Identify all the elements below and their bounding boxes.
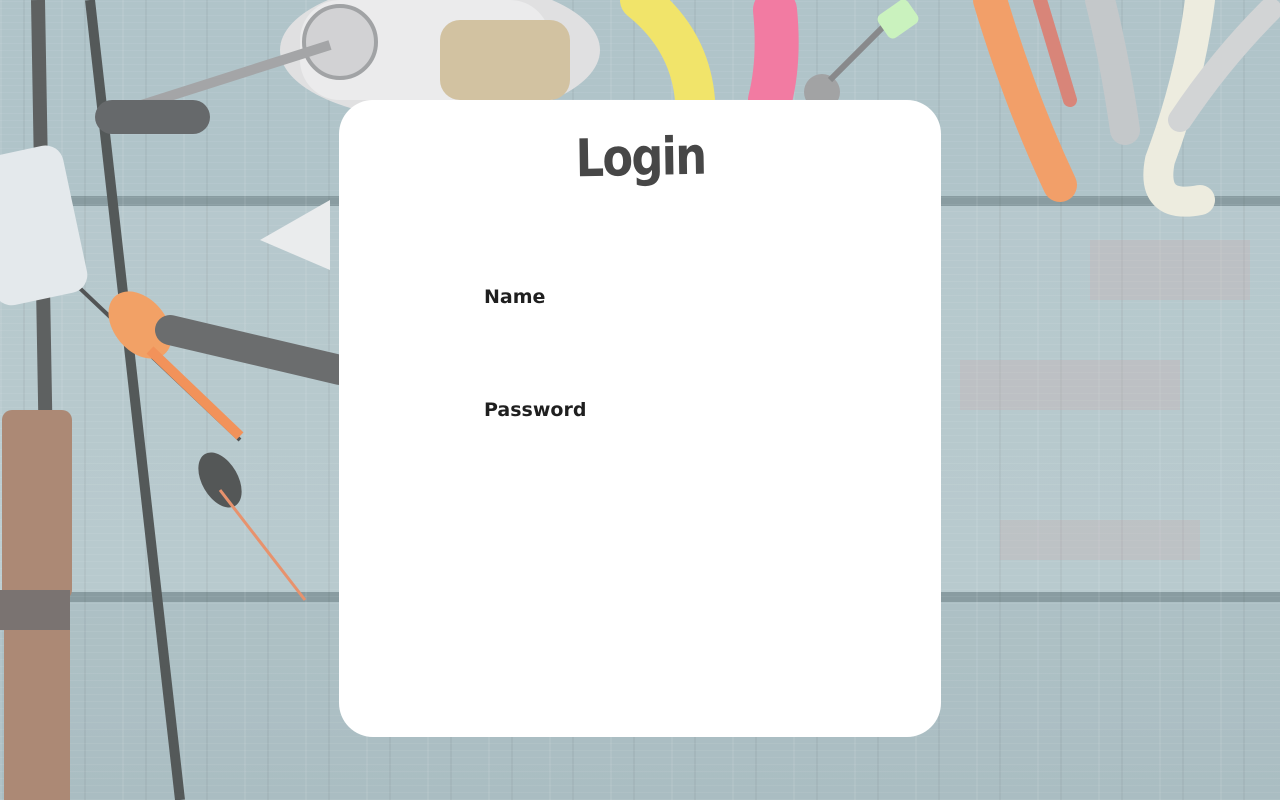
login-title: Login bbox=[574, 126, 706, 190]
login-title-container: Login bbox=[560, 126, 720, 208]
name-field[interactable] bbox=[484, 318, 796, 348]
password-label: Password bbox=[484, 399, 587, 421]
password-field[interactable] bbox=[484, 431, 796, 461]
name-label: Name bbox=[484, 286, 546, 308]
